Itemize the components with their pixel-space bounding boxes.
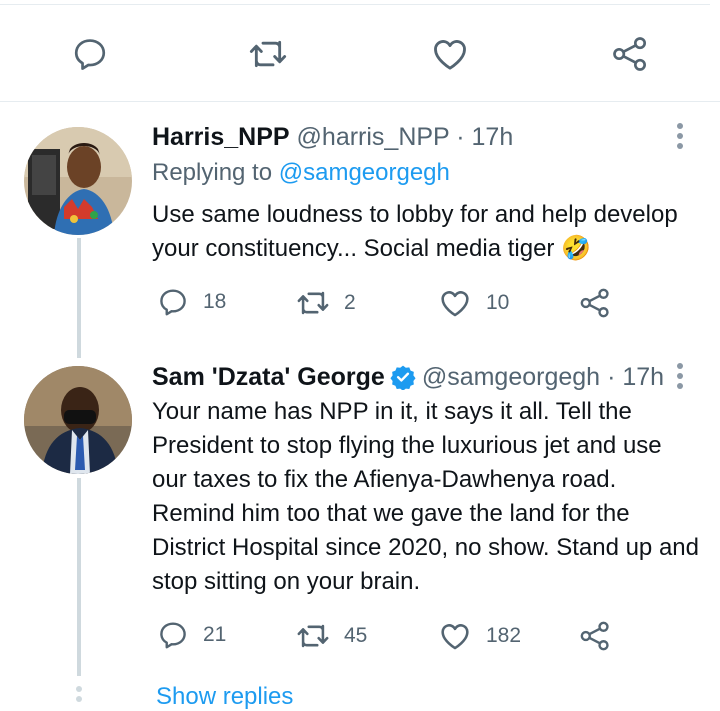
like-action[interactable]: 182 — [438, 619, 521, 653]
tweet-header: Harris_NPP @harris_NPP · 17h — [152, 122, 513, 152]
like-count: 10 — [486, 291, 510, 314]
reply-action[interactable]: 21 — [157, 619, 226, 651]
reply-icon — [160, 289, 186, 316]
tweet-text: Use same loudness to lobby for and help … — [152, 201, 678, 262]
verified-badge-icon — [390, 365, 416, 390]
more-icon — [675, 123, 685, 149]
timestamp[interactable]: · 17h — [456, 123, 513, 151]
more-options-button[interactable] — [675, 123, 685, 153]
reply-icon — [74, 39, 106, 70]
replying-to-label: Replying to — [152, 159, 273, 186]
thread-line — [77, 478, 81, 676]
display-name[interactable]: Sam 'Dzata' George — [152, 362, 385, 392]
heart-icon — [434, 40, 466, 70]
more-icon — [675, 363, 685, 389]
top-divider — [0, 4, 710, 5]
replying-to: Replying to @samgeorgegh — [152, 158, 450, 188]
retweet-button[interactable] — [245, 31, 291, 77]
retweet-icon — [297, 291, 329, 315]
heart-icon — [441, 624, 469, 650]
retweet-action[interactable]: 2 — [296, 286, 356, 320]
display-name[interactable]: Harris_NPP — [152, 123, 290, 151]
retweet-icon — [249, 40, 287, 68]
reply-icon — [160, 622, 186, 649]
like-action[interactable]: 10 — [438, 286, 509, 320]
share-icon — [613, 37, 646, 71]
share-button[interactable] — [607, 31, 653, 77]
handle[interactable]: @harris_NPP — [297, 123, 450, 151]
reply-count: 18 — [203, 290, 227, 313]
thread-ellipsis — [76, 686, 82, 706]
reply-button[interactable] — [67, 31, 113, 77]
avatar-photo — [24, 127, 132, 235]
retweet-count: 2 — [344, 291, 356, 314]
retweet-action[interactable]: 45 — [296, 619, 367, 653]
show-replies-link[interactable]: Show replies — [156, 683, 293, 711]
retweet-count: 45 — [344, 624, 368, 647]
tweet-text: Your name has NPP in it, it says it all.… — [152, 398, 699, 595]
reply-count: 21 — [203, 623, 227, 646]
like-count: 182 — [486, 624, 522, 647]
tweet-header: Sam 'Dzata' George @samgeorgegh · 17h — [152, 362, 664, 392]
like-button[interactable] — [427, 31, 473, 77]
share-action[interactable] — [578, 619, 626, 653]
avatar[interactable] — [24, 127, 132, 235]
replying-to-handle-link[interactable]: @samgeorgegh — [279, 159, 450, 186]
more-options-button[interactable] — [675, 363, 685, 393]
retweet-icon — [297, 624, 329, 648]
thread-line — [77, 238, 81, 358]
section-divider — [0, 101, 720, 102]
share-icon — [580, 288, 609, 318]
share-action[interactable] — [578, 286, 626, 320]
heart-icon — [441, 291, 469, 317]
avatar[interactable] — [24, 366, 132, 474]
handle[interactable]: @samgeorgegh — [422, 362, 600, 392]
avatar-photo — [24, 366, 132, 474]
share-icon — [580, 621, 609, 651]
reply-action[interactable]: 18 — [157, 286, 226, 318]
timestamp[interactable]: · 17h — [607, 362, 664, 392]
